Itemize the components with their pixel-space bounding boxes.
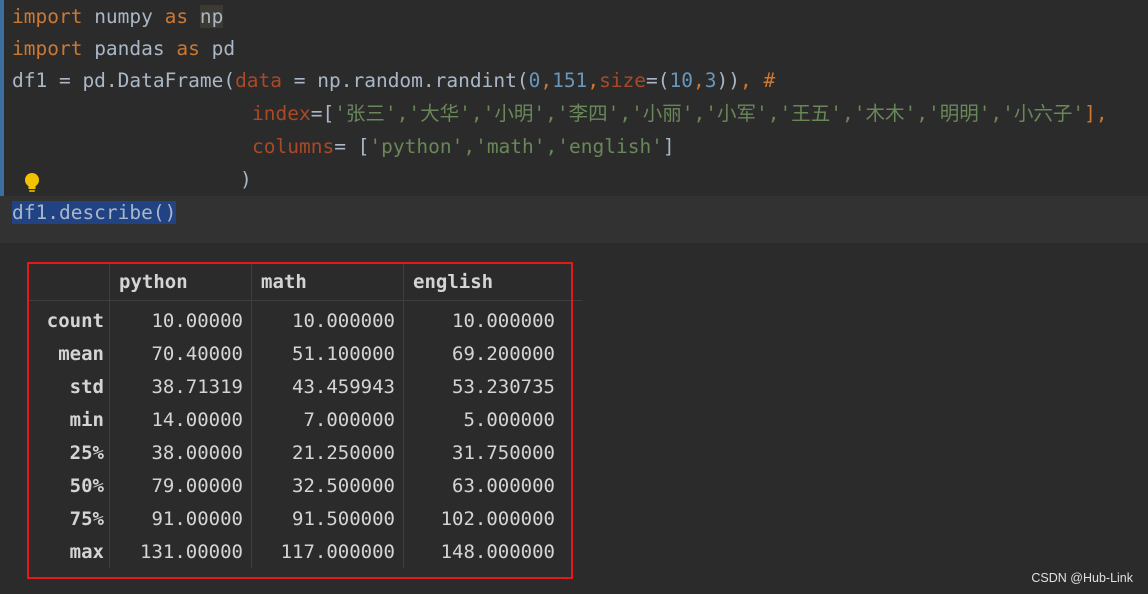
table-cell: 10.000000	[403, 300, 582, 337]
number-literal: 151	[552, 69, 588, 92]
table-cell: 14.00000	[109, 403, 252, 436]
row-label: min	[69, 408, 104, 431]
number-literal: 0	[528, 69, 541, 92]
code-line-1[interactable]: import numpy as np	[12, 0, 224, 33]
table-row: min 14.00000 7.000000 5.000000	[28, 403, 582, 436]
keyword-as: as	[176, 37, 200, 60]
table-cell: 91.500000	[251, 502, 404, 535]
table-cell: 32.500000	[251, 469, 404, 502]
table-cell: 7.000000	[251, 403, 404, 436]
param-size: size	[599, 69, 647, 92]
alias-np: np	[199, 5, 224, 28]
code-text: = np.random.randint(	[282, 69, 529, 92]
code-text: =[	[310, 102, 335, 125]
table-cell: 63.000000	[403, 469, 582, 502]
code-line-5[interactable]: columns= ['python','math','english']	[252, 130, 675, 163]
code-text: ],	[1084, 102, 1108, 125]
table-cell: 21.250000	[251, 436, 404, 469]
table-row: max 131.00000 117.000000 148.000000	[28, 535, 582, 568]
column-header: python	[109, 262, 252, 301]
table-row: std 38.71319 43.459943 53.230735	[28, 370, 582, 403]
keyword-import: import	[12, 37, 83, 60]
keyword-as: as	[164, 5, 189, 28]
lightbulb-icon[interactable]	[22, 172, 42, 194]
table-cell: 69.200000	[403, 337, 582, 370]
table-cell: 51.100000	[251, 337, 404, 370]
code-line-3[interactable]: df1 = pd.DataFrame(data = np.random.rand…	[12, 64, 775, 97]
table-cell: 70.40000	[109, 337, 252, 370]
string-list: 'python','math','english'	[369, 135, 663, 158]
comma: ,	[693, 69, 705, 92]
table-cell: 53.230735	[403, 370, 582, 403]
row-label: mean	[58, 342, 104, 365]
code-text: ]	[662, 135, 675, 158]
code-line-4[interactable]: index=['张三','大华','小明','李四','小丽','小军','王五…	[252, 97, 1108, 130]
alias-pd: pd	[199, 37, 236, 60]
table-cell: 38.71319	[109, 370, 252, 403]
row-label: std	[69, 375, 104, 398]
row-label: 25%	[69, 441, 104, 464]
row-label: max	[69, 540, 104, 563]
table-cell: 31.750000	[403, 436, 582, 469]
param-index: index	[252, 102, 311, 125]
table-header-row: python math english	[28, 262, 582, 301]
table-cell: 91.00000	[109, 502, 252, 535]
number-literal: 10	[669, 69, 693, 92]
table-cell: 102.000000	[403, 502, 582, 535]
table-cell: 79.00000	[109, 469, 252, 502]
code-text: ))	[716, 69, 740, 92]
selected-code: df1.describe()	[12, 201, 177, 224]
table-row: count 10.00000 10.000000 10.000000	[28, 300, 582, 337]
param-data: data	[235, 69, 283, 92]
string-list: '张三','大华','小明','李四','小丽','小军','王五','木木',…	[334, 102, 1085, 125]
code-text: = [	[334, 135, 370, 158]
table-cell: 5.000000	[403, 403, 582, 436]
comma: ,	[540, 69, 553, 92]
module-name: pandas	[82, 37, 177, 60]
row-label: count	[46, 309, 104, 332]
code-editor[interactable]: import numpy as np import pandas as pd d…	[0, 0, 1148, 243]
code-text: df1 = pd.DataFrame(	[12, 69, 236, 92]
table-cell: 38.00000	[109, 436, 252, 469]
code-line-6[interactable]: )	[240, 163, 252, 196]
code-line-2[interactable]: import pandas as pd	[12, 32, 235, 65]
number-literal: 3	[704, 69, 717, 92]
param-columns: columns	[252, 135, 335, 158]
table-cell: 131.00000	[109, 535, 252, 568]
closing-paren: )	[240, 168, 252, 191]
table-row: 25% 38.00000 21.250000 31.750000	[28, 436, 582, 469]
column-header: english	[403, 262, 582, 301]
code-text: =(	[646, 69, 670, 92]
table-cell: 117.000000	[251, 535, 404, 568]
index-header	[28, 262, 110, 301]
table-cell: 148.000000	[403, 535, 582, 568]
keyword-import: import	[12, 5, 83, 28]
table-row: mean 70.40000 51.100000 69.200000	[28, 337, 582, 370]
module-name: numpy	[82, 5, 165, 28]
table-cell: 10.000000	[251, 300, 404, 337]
comma: ,	[587, 69, 600, 92]
column-header: math	[251, 262, 404, 301]
table-row: 50% 79.00000 32.500000 63.000000	[28, 469, 582, 502]
row-label: 50%	[69, 474, 104, 497]
describe-table: python math english count 10.00000 10.00…	[28, 262, 582, 568]
cell-separator	[0, 229, 1148, 243]
table-row: 75% 91.00000 91.500000 102.000000	[28, 502, 582, 535]
table-cell: 43.459943	[251, 370, 404, 403]
row-label: 75%	[69, 507, 104, 530]
watermark: CSDN @Hub-Link	[1031, 571, 1133, 585]
code-line-7[interactable]: df1.describe()	[12, 196, 177, 229]
code-text: , #	[739, 69, 776, 92]
table-cell: 10.00000	[109, 300, 252, 337]
